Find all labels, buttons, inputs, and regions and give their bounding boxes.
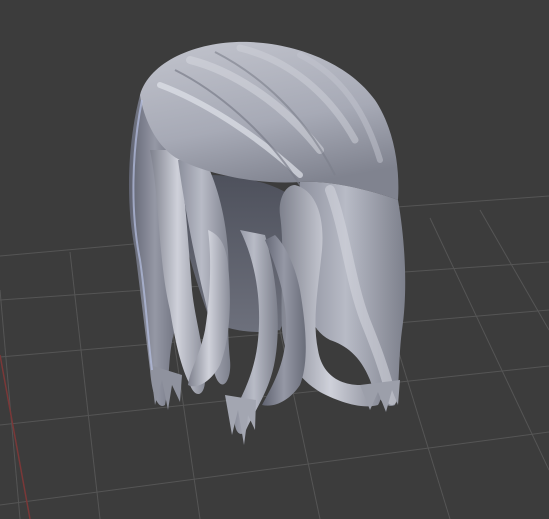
3d-viewport[interactable] (0, 0, 549, 519)
viewport-canvas[interactable] (0, 0, 549, 519)
hair-tip-left (150, 365, 182, 410)
hair-mesh[interactable] (128, 41, 406, 445)
hair-tip-center (225, 395, 256, 445)
x-axis-line (0, 354, 31, 519)
